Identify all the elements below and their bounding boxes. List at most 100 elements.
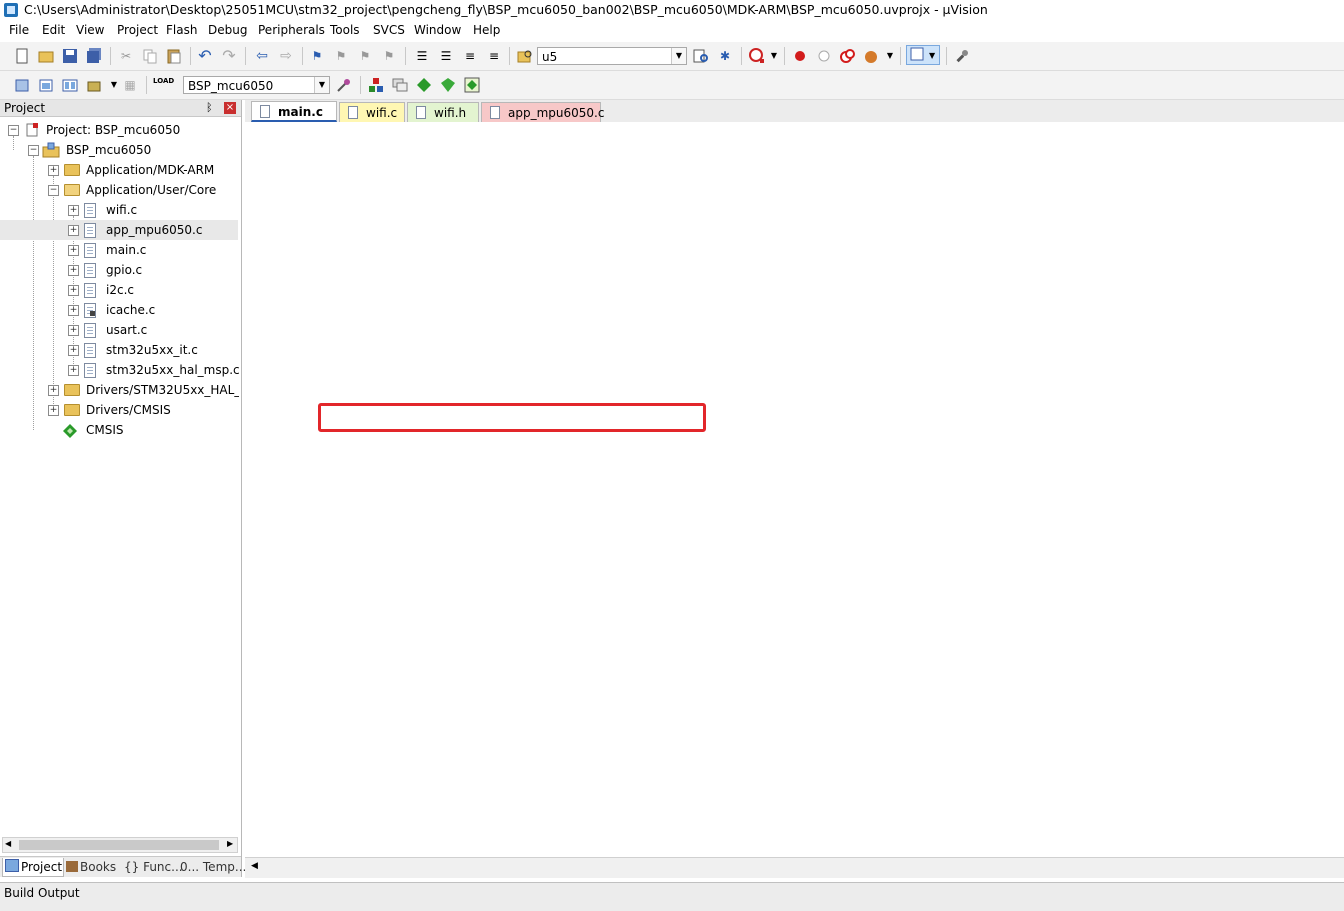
expand-icon[interactable]: + [68, 365, 79, 376]
chevron-down-icon[interactable]: ▼ [314, 77, 329, 93]
find-combo[interactable]: u5 ▼ [537, 47, 687, 65]
tab-functions[interactable]: {} Func... [122, 858, 183, 876]
uncomment-icon[interactable]: ≡ [486, 48, 502, 64]
tree-file-stm32u5xx-hal-msp-c[interactable]: + stm32u5xx_hal_msp.c [0, 360, 241, 380]
tab-main-c[interactable]: main.c [251, 101, 337, 122]
scroll-left-icon[interactable]: ◀ [251, 861, 258, 871]
tab-books[interactable]: Books [64, 858, 120, 876]
menu-tools[interactable]: Tools [330, 23, 360, 37]
load-icon[interactable]: LOAD [153, 77, 174, 93]
tree-file-stm32u5xx-it-c[interactable]: + stm32u5xx_it.c [0, 340, 241, 360]
insert-breakpoint-icon[interactable] [792, 48, 808, 64]
pack-installer-icon[interactable] [416, 77, 432, 93]
indent-icon[interactable]: ☰ [414, 48, 430, 64]
tab-app-mpu6050-c[interactable]: app_mpu6050.c [481, 102, 604, 122]
configure-icon[interactable] [954, 48, 970, 64]
find-in-files-icon[interactable] [517, 48, 533, 64]
tree-group-hal-driver[interactable]: + Drivers/STM32U5xx_HAL_Driver [0, 380, 239, 400]
target-combo[interactable]: BSP_mcu6050 ▼ [183, 76, 330, 94]
manage-components-icon[interactable] [368, 77, 384, 93]
select-packs-icon[interactable] [440, 77, 456, 93]
tree-group-drivers-cmsis[interactable]: + Drivers/CMSIS [0, 400, 241, 420]
tree-file-i2c-c[interactable]: + i2c.c [0, 280, 241, 300]
collapse-icon[interactable]: − [48, 185, 59, 196]
menu-flash[interactable]: Flash [166, 23, 197, 37]
bookmark-icon[interactable]: ⚑ [309, 48, 325, 64]
scrollbar-thumb[interactable] [19, 840, 219, 850]
expand-icon[interactable]: + [68, 225, 79, 236]
tree-file-gpio-c[interactable]: + gpio.c [0, 260, 241, 280]
close-icon[interactable]: × [224, 102, 236, 114]
tab-wifi-c[interactable]: wifi.c [339, 102, 405, 122]
chevron-down-icon[interactable]: ▼ [766, 48, 782, 64]
menu-view[interactable]: View [76, 23, 104, 37]
save-icon[interactable] [62, 48, 78, 64]
cut-icon[interactable]: ✂ [118, 48, 134, 64]
translate-icon[interactable] [14, 77, 30, 93]
file-extensions-icon[interactable] [392, 77, 408, 93]
tree-file-usart-c[interactable]: + usart.c [0, 320, 241, 340]
tab-templates[interactable]: 0... Temp... [178, 858, 246, 876]
target-options-icon[interactable] [336, 77, 352, 93]
expand-icon[interactable]: + [68, 245, 79, 256]
tree-file-app-mpu6050-c[interactable]: + app_mpu6050.c [0, 220, 238, 240]
enable-breakpoint-icon[interactable] [816, 48, 832, 64]
menu-debug[interactable]: Debug [208, 23, 247, 37]
kill-breakpoints-icon[interactable] [864, 48, 880, 64]
chevron-down-icon[interactable]: ▼ [882, 48, 898, 64]
clear-bookmarks-icon[interactable]: ⚑ [381, 48, 397, 64]
chevron-down-icon[interactable]: ▼ [671, 48, 686, 64]
expand-icon[interactable]: + [48, 405, 59, 416]
rebuild-icon[interactable] [62, 77, 78, 93]
batch-build-icon[interactable] [86, 77, 102, 93]
tree-file-icache-c[interactable]: + icache.c [0, 300, 241, 320]
menu-help[interactable]: Help [473, 23, 500, 37]
expand-icon[interactable]: + [68, 205, 79, 216]
expand-icon[interactable]: + [68, 265, 79, 276]
expand-icon[interactable]: + [48, 385, 59, 396]
build-icon[interactable] [38, 77, 54, 93]
expand-icon[interactable]: + [68, 345, 79, 356]
project-horizontal-scrollbar[interactable]: ◀ ▶ [2, 837, 238, 853]
tree-root-project[interactable]: − Project: BSP_mcu6050 [0, 120, 241, 140]
tree-file-main-c[interactable]: + main.c [0, 240, 241, 260]
window-layout-icon[interactable]: ▼ [906, 45, 940, 65]
disable-breakpoints-icon[interactable] [840, 48, 856, 64]
tree-file-wifi-c[interactable]: + wifi.c [0, 200, 241, 220]
menu-window[interactable]: Window [414, 23, 461, 37]
tree-component-cmsis[interactable]: CMSIS [0, 420, 241, 440]
tab-wifi-h[interactable]: wifi.h [407, 102, 479, 122]
chevron-down-icon[interactable]: ▼ [106, 77, 122, 93]
collapse-icon[interactable]: − [28, 145, 39, 156]
expand-icon[interactable]: + [68, 305, 79, 316]
paste-icon[interactable] [166, 48, 182, 64]
editor-horizontal-scrollbar[interactable]: ◀ [245, 857, 1344, 878]
tree-group-mdk-arm[interactable]: + Application/MDK-ARM [0, 160, 241, 180]
menu-peripherals[interactable]: Peripherals [258, 23, 325, 37]
menu-edit[interactable]: Edit [42, 23, 65, 37]
next-bookmark-icon[interactable]: ⚑ [357, 48, 373, 64]
prev-bookmark-icon[interactable]: ⚑ [333, 48, 349, 64]
expand-icon[interactable]: + [68, 285, 79, 296]
stop-build-icon[interactable]: ▦ [122, 77, 138, 93]
undo-icon[interactable]: ↶ [197, 48, 213, 64]
find-icon[interactable] [693, 48, 709, 64]
navigate-forward-icon[interactable]: ⇨ [278, 48, 294, 64]
tab-project[interactable]: Project [2, 858, 64, 877]
collapse-icon[interactable]: − [8, 125, 19, 136]
run-time-environment-icon[interactable] [464, 77, 480, 93]
menu-file[interactable]: File [9, 23, 29, 37]
navigate-back-icon[interactable]: ⇦ [254, 48, 270, 64]
scroll-left-icon[interactable]: ◀ [5, 839, 11, 848]
new-file-icon[interactable] [14, 48, 30, 64]
tree-group-user-core[interactable]: − Application/User/Core [0, 180, 241, 200]
unindent-icon[interactable]: ☰ [438, 48, 454, 64]
line-number-margin[interactable] [245, 122, 325, 857]
expand-icon[interactable]: + [48, 165, 59, 176]
save-all-icon[interactable] [86, 48, 102, 64]
expand-icon[interactable]: + [68, 325, 79, 336]
scroll-right-icon[interactable]: ▶ [227, 839, 233, 848]
pin-icon[interactable]: ᛒ [206, 101, 213, 114]
debug-session-icon[interactable] [749, 48, 765, 64]
tree-target[interactable]: − BSP_mcu6050 [0, 140, 241, 160]
